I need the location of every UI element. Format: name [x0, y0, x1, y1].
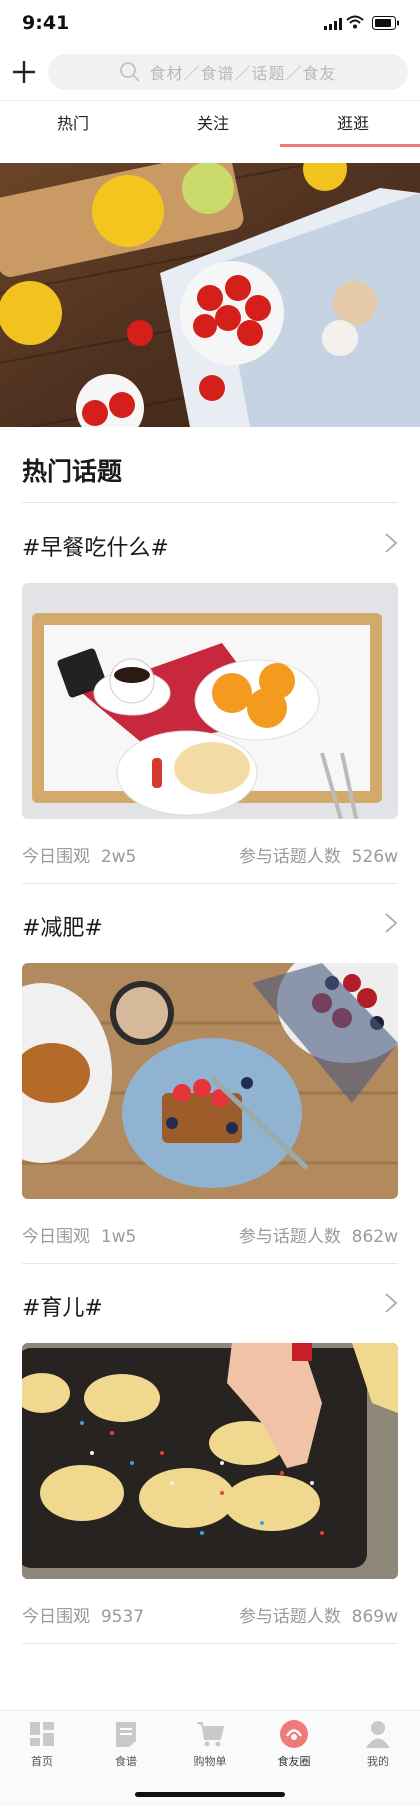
wifi-icon	[346, 15, 364, 29]
top-bar: 食材／食谱／话题／食友	[0, 48, 420, 98]
topic-image-diet[interactable]	[22, 963, 398, 1199]
today-views: 今日围观 2w5	[22, 847, 137, 867]
nav-shopping-list[interactable]: 购物单	[168, 1719, 252, 1769]
chevron-right-icon[interactable]	[384, 1292, 398, 1314]
tab-bar: 热门 关注 逛逛	[0, 100, 420, 149]
hero-banner-image[interactable]	[0, 163, 420, 427]
topic-title[interactable]: #育儿#	[22, 1290, 103, 1322]
home-icon	[30, 1722, 54, 1746]
signal-icon	[324, 18, 342, 30]
search-placeholder: 食材／食谱／话题／食友	[149, 64, 337, 83]
status-bar: 9:41	[0, 0, 420, 48]
today-views: 今日围观 9537	[22, 1607, 145, 1627]
participants-count: 参与话题人数 869w	[238, 1607, 398, 1627]
status-time: 9:41	[22, 12, 70, 34]
cart-icon	[197, 1722, 225, 1747]
tab-hot[interactable]: 热门	[3, 101, 143, 149]
topic-title[interactable]: #早餐吃什么#	[22, 530, 169, 562]
today-views: 今日围观 1w5	[22, 1227, 137, 1247]
participants-count: 参与话题人数 862w	[238, 1227, 398, 1247]
recipe-icon	[116, 1722, 136, 1747]
nav-home[interactable]: 首页	[0, 1719, 84, 1769]
battery-icon	[372, 16, 399, 30]
tab-following[interactable]: 关注	[143, 101, 283, 149]
nav-profile[interactable]: 我的	[336, 1719, 420, 1769]
topic-divider	[22, 1263, 398, 1264]
section-divider	[22, 502, 398, 503]
topic-image-breakfast[interactable]	[22, 583, 398, 819]
topic-divider	[22, 1643, 398, 1644]
home-indicator	[135, 1792, 285, 1797]
nav-community[interactable]: 食友圈	[252, 1719, 336, 1769]
topic-title[interactable]: #减肥#	[22, 910, 103, 942]
tab-browse[interactable]: 逛逛	[283, 101, 420, 149]
topic-image-parenting[interactable]	[22, 1343, 398, 1579]
section-title: 热门话题	[22, 457, 123, 486]
chevron-right-icon[interactable]	[384, 912, 398, 934]
add-icon[interactable]	[10, 58, 38, 86]
community-icon	[280, 1720, 308, 1748]
chevron-right-icon[interactable]	[384, 532, 398, 554]
search-icon	[120, 62, 141, 82]
participants-count: 参与话题人数 526w	[238, 847, 398, 867]
topic-divider	[22, 883, 398, 884]
profile-icon	[366, 1721, 390, 1748]
active-tab-indicator	[280, 144, 420, 147]
nav-recipes[interactable]: 食谱	[84, 1719, 168, 1769]
search-bar[interactable]: 食材／食谱／话题／食友	[48, 54, 408, 90]
